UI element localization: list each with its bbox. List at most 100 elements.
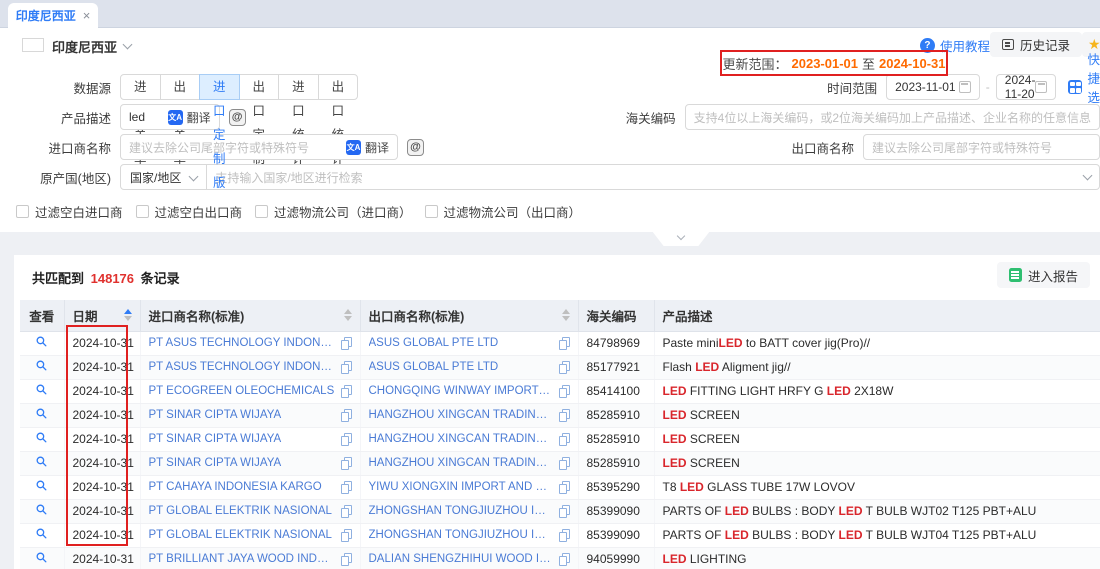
filter-checkbox-item[interactable]: 过滤空白出口商 [136, 202, 243, 221]
sort-icon[interactable] [344, 309, 352, 321]
product-desc-input[interactable]: led 文A 翻译 [120, 104, 220, 130]
importer-link[interactable]: PT SINAR CIPTA WIJAYA [149, 457, 335, 469]
exporter-link[interactable]: YIWU XIONGXIN IMPORT AND EXPORT... [369, 481, 553, 493]
copy-icon[interactable] [341, 409, 352, 422]
tutorial-link[interactable]: ? 使用教程 [920, 36, 990, 55]
view-record-icon[interactable] [35, 551, 48, 564]
date-to-input[interactable]: 2024-11-20 [996, 74, 1057, 100]
copy-icon[interactable] [559, 337, 570, 350]
copy-icon[interactable] [559, 481, 570, 494]
copy-icon[interactable] [559, 505, 570, 518]
checkbox[interactable] [255, 205, 268, 218]
calendar-icon[interactable] [1035, 81, 1047, 93]
filter-checkbox-item[interactable]: 过滤物流公司（进口商） [255, 202, 412, 221]
exporter-link[interactable]: ASUS GLOBAL PTE LTD [369, 361, 553, 373]
exporter-link[interactable]: HANGZHOU XINGCAN TRADING CO LTD [369, 457, 553, 469]
view-record-icon[interactable] [35, 431, 48, 444]
date-from-input[interactable]: 2023-11-01 [886, 74, 980, 100]
checkbox[interactable] [136, 205, 149, 218]
copy-icon[interactable] [559, 409, 570, 422]
copy-icon[interactable] [341, 481, 352, 494]
view-record-icon[interactable] [35, 335, 48, 348]
importer-link[interactable]: PT ECOGREEN OLEOCHEMICALS [149, 385, 335, 397]
copy-icon[interactable] [341, 505, 352, 518]
exporter-link[interactable]: CHONGQING WINWAY IMPORT AND E... [369, 385, 553, 397]
hs-code-label: 海关编码 [246, 108, 685, 127]
table-row: 2024-10-31 PT GLOBAL ELEKTRIK NASIONAL Z… [20, 523, 1100, 547]
calendar-icon[interactable] [959, 81, 971, 93]
data-source-tab[interactable]: 出口统计 [318, 74, 359, 100]
exporter-link[interactable]: ZHONGSHAN TONGJIUZHOU INTERNA... [369, 529, 553, 541]
importer-link[interactable]: PT SINAR CIPTA WIJAYA [149, 409, 335, 421]
copy-icon[interactable] [559, 457, 570, 470]
importer-link[interactable]: PT BRILLIANT JAYA WOOD INDUSTRY [149, 553, 335, 565]
importer-link[interactable]: PT GLOBAL ELEKTRIK NASIONAL [149, 505, 335, 517]
view-record-icon[interactable] [35, 455, 48, 468]
sort-icon[interactable] [562, 309, 570, 321]
importer-input[interactable]: 建议去除公司尾部字符或特殊符号 文A 翻译 [120, 134, 398, 160]
checkbox[interactable] [16, 205, 29, 218]
view-record-icon[interactable] [35, 359, 48, 372]
data-source-tab[interactable]: 进口定制版 [199, 74, 240, 100]
importer-link[interactable]: PT SINAR CIPTA WIJAYA [149, 433, 335, 445]
filter-checkbox-item[interactable]: 过滤空白进口商 [16, 202, 123, 221]
view-record-icon[interactable] [35, 407, 48, 420]
exporter-link[interactable]: HANGZHOU XINGCAN TRADING CO LTD [369, 433, 553, 445]
exact-match-icon[interactable]: @ [229, 109, 246, 126]
data-source-tab[interactable]: 进口统计 [278, 74, 319, 100]
header-hs-code: 海关编码 [578, 300, 654, 331]
row-date: 2024-10-31 [64, 331, 140, 355]
copy-icon[interactable] [341, 385, 352, 398]
data-source-tab[interactable]: 出口关单 [160, 74, 201, 100]
collapse-form-handle[interactable] [652, 231, 710, 246]
header-date[interactable]: 日期 [64, 300, 140, 331]
view-record-icon[interactable] [35, 383, 48, 396]
row-date: 2024-10-31 [64, 475, 140, 499]
copy-icon[interactable] [341, 529, 352, 542]
hs-code-input[interactable]: 支持4位以上海关编码，或2位海关编码加上产品描述、企业名称的任意信息 [685, 104, 1100, 130]
translate-button[interactable]: 文A 翻译 [346, 139, 389, 156]
chevron-down-icon[interactable] [1083, 171, 1093, 181]
data-source-tab[interactable]: 进口关单 [120, 74, 161, 100]
view-record-icon[interactable] [35, 479, 48, 492]
copy-icon[interactable] [559, 385, 570, 398]
origin-search-input[interactable]: 支持输入国家/地区进行检索 [207, 164, 1100, 190]
checkbox[interactable] [425, 205, 438, 218]
exporter-input[interactable]: 建议去除公司尾部字符或特殊符号 [863, 134, 1100, 160]
header-importer[interactable]: 进口商名称(标准) [140, 300, 360, 331]
copy-icon[interactable] [559, 529, 570, 542]
copy-icon[interactable] [341, 361, 352, 374]
importer-link[interactable]: PT ASUS TECHNOLOGY INDONESIA BA... [149, 361, 335, 373]
chevron-down-icon[interactable] [123, 40, 133, 50]
copy-icon[interactable] [559, 433, 570, 446]
filter-checkbox-item[interactable]: 过滤物流公司（出口商） [425, 202, 582, 221]
translate-icon: 文A [346, 140, 361, 155]
sort-icon[interactable] [124, 309, 132, 321]
exporter-link[interactable]: ZHONGSHAN TONGJIUZHOU INTERNA... [369, 505, 553, 517]
copy-icon[interactable] [341, 337, 352, 350]
exporter-link[interactable]: HANGZHOU XINGCAN TRADING CO LTD [369, 409, 553, 421]
translate-button[interactable]: 文A 翻译 [168, 109, 211, 126]
importer-label: 进口商名称 [0, 138, 120, 157]
enter-report-button[interactable]: 进入报告 [997, 262, 1090, 288]
importer-link[interactable]: PT GLOBAL ELEKTRIK NASIONAL [149, 529, 335, 541]
view-record-icon[interactable] [35, 503, 48, 516]
copy-icon[interactable] [341, 553, 352, 566]
copy-icon[interactable] [559, 553, 570, 566]
copy-icon[interactable] [341, 433, 352, 446]
origin-type-select[interactable]: 国家/地区 [120, 164, 207, 190]
exporter-link[interactable]: DALIAN SHENGZHIHUI WOOD INDUST... [369, 553, 553, 565]
importer-link[interactable]: PT CAHAYA INDONESIA KARGO [149, 481, 335, 493]
importer-link[interactable]: PT ASUS TECHNOLOGY INDONESIA BA... [149, 337, 335, 349]
country-selector-label[interactable]: 印度尼西亚 [52, 37, 117, 56]
data-source-tab[interactable]: 出口定制版 [239, 74, 280, 100]
exact-match-icon[interactable]: @ [407, 139, 424, 156]
close-icon[interactable]: × [83, 9, 91, 22]
header-exporter[interactable]: 出口商名称(标准) [360, 300, 578, 331]
copy-icon[interactable] [341, 457, 352, 470]
product-desc: PARTS OF LED BULBS : BODY LED T BULB WJT… [654, 523, 1100, 547]
browser-tab-indonesia[interactable]: 印度尼西亚 × [8, 3, 98, 28]
exporter-link[interactable]: ASUS GLOBAL PTE LTD [369, 337, 553, 349]
copy-icon[interactable] [559, 361, 570, 374]
view-record-icon[interactable] [35, 527, 48, 540]
